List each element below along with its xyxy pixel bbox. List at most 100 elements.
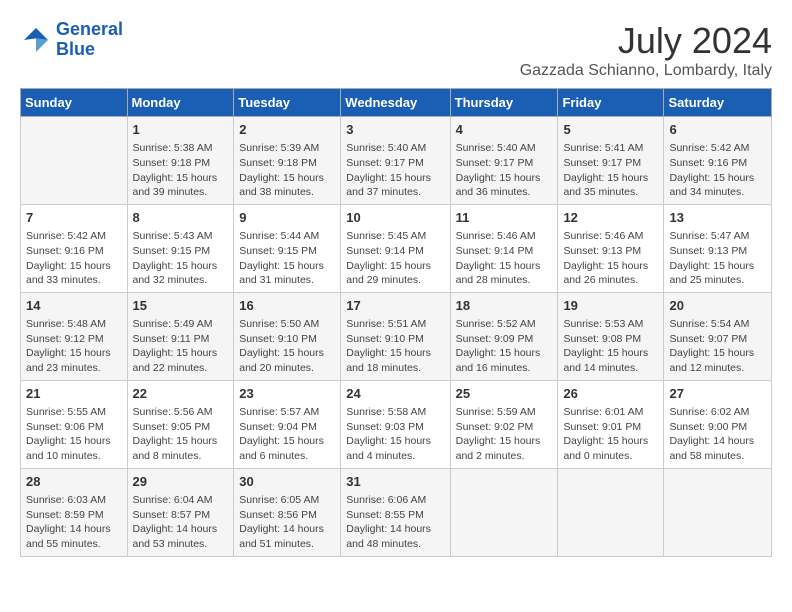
day-number: 22 — [133, 385, 229, 403]
day-info: Sunrise: 5:40 AM Sunset: 9:17 PM Dayligh… — [456, 141, 553, 200]
day-number: 1 — [133, 121, 229, 139]
day-number: 2 — [239, 121, 335, 139]
day-info: Sunrise: 5:46 AM Sunset: 9:14 PM Dayligh… — [456, 229, 553, 288]
day-number: 6 — [669, 121, 766, 139]
day-info: Sunrise: 5:48 AM Sunset: 9:12 PM Dayligh… — [26, 317, 122, 376]
calendar-cell: 8Sunrise: 5:43 AM Sunset: 9:15 PM Daylig… — [127, 204, 234, 292]
calendar-cell: 7 Sunrise: 5:42 AM Sunset: 9:16 PM Daylig… — [21, 204, 128, 292]
day-info: Sunrise: 5:50 AM Sunset: 9:10 PM Dayligh… — [239, 317, 335, 376]
calendar-cell: 17 Sunrise: 5:51 AM Sunset: 9:10 PM Dayli… — [341, 292, 450, 380]
calendar-cell: 3 Sunrise: 5:40 AM Sunset: 9:17 PM Daylig… — [341, 117, 450, 205]
day-number: 28 — [26, 473, 122, 491]
day-info: Sunrise: 5:52 AM Sunset: 9:09 PM Dayligh… — [456, 317, 553, 376]
calendar-cell: 12 Sunrise: 5:46 AM Sunset: 9:13 PM Dayli… — [558, 204, 664, 292]
calendar-cell — [664, 468, 772, 556]
day-info: Sunrise: 5:56 AM Sunset: 9:05 PM Dayligh… — [133, 405, 229, 464]
calendar-cell: 1 Sunrise: 5:38 AM Sunset: 9:18 PM Daylig… — [127, 117, 234, 205]
calendar-cell: 13 Sunrise: 5:47 AM Sunset: 9:13 PM Dayli… — [664, 204, 772, 292]
day-info: Sunrise: 5:46 AM Sunset: 9:13 PM Dayligh… — [563, 229, 658, 288]
calendar-cell: 2Sunrise: 5:39 AM Sunset: 9:18 PM Daylig… — [234, 117, 341, 205]
calendar-week-row: 28 Sunrise: 6:03 AM Sunset: 8:59 PM Dayli… — [21, 468, 772, 556]
calendar-table: SundayMondayTuesdayWednesdayThursdayFrid… — [20, 88, 772, 557]
day-info: Sunrise: 5:59 AM Sunset: 9:02 PM Dayligh… — [456, 405, 553, 464]
calendar-week-row: 14 Sunrise: 5:48 AM Sunset: 9:12 PM Dayli… — [21, 292, 772, 380]
calendar-cell: 14 Sunrise: 5:48 AM Sunset: 9:12 PM Dayli… — [21, 292, 128, 380]
day-number: 29 — [133, 473, 229, 491]
calendar-cell: 27 Sunrise: 6:02 AM Sunset: 9:00 PM Dayli… — [664, 380, 772, 468]
day-info: Sunrise: 5:42 AM Sunset: 9:16 PM Dayligh… — [669, 141, 766, 200]
day-number: 14 — [26, 297, 122, 315]
calendar-cell: 25 Sunrise: 5:59 AM Sunset: 9:02 PM Dayli… — [450, 380, 558, 468]
calendar-cell: 31 Sunrise: 6:06 AM Sunset: 8:55 PM Dayli… — [341, 468, 450, 556]
column-header-monday: Monday — [127, 89, 234, 117]
day-number: 30 — [239, 473, 335, 491]
calendar-cell: 28 Sunrise: 6:03 AM Sunset: 8:59 PM Dayli… — [21, 468, 128, 556]
day-info: Sunrise: 5:49 AM Sunset: 9:11 PM Dayligh… — [133, 317, 229, 376]
calendar-week-row: 1 Sunrise: 5:38 AM Sunset: 9:18 PM Daylig… — [21, 117, 772, 205]
logo: General Blue — [20, 20, 123, 60]
day-number: 3 — [346, 121, 444, 139]
calendar-cell: 4Sunrise: 5:40 AM Sunset: 9:17 PM Daylig… — [450, 117, 558, 205]
day-number: 13 — [669, 209, 766, 227]
day-number: 10 — [346, 209, 444, 227]
day-number: 25 — [456, 385, 553, 403]
calendar-cell: 18 Sunrise: 5:52 AM Sunset: 9:09 PM Dayli… — [450, 292, 558, 380]
calendar-cell: 24Sunrise: 5:58 AM Sunset: 9:03 PM Dayli… — [341, 380, 450, 468]
day-number: 17 — [346, 297, 444, 315]
day-info: Sunrise: 6:04 AM Sunset: 8:57 PM Dayligh… — [133, 493, 229, 552]
title-block: July 2024 Gazzada Schianno, Lombardy, It… — [520, 20, 772, 80]
day-number: 21 — [26, 385, 122, 403]
day-info: Sunrise: 5:55 AM Sunset: 9:06 PM Dayligh… — [26, 405, 122, 464]
logo-general: General — [56, 19, 123, 39]
calendar-cell: 5 Sunrise: 5:41 AM Sunset: 9:17 PM Daylig… — [558, 117, 664, 205]
calendar-cell: 30 Sunrise: 6:05 AM Sunset: 8:56 PM Dayli… — [234, 468, 341, 556]
day-number: 7 — [26, 209, 122, 227]
calendar-header-row: SundayMondayTuesdayWednesdayThursdayFrid… — [21, 89, 772, 117]
day-number: 16 — [239, 297, 335, 315]
calendar-cell: 9Sunrise: 5:44 AM Sunset: 9:15 PM Daylig… — [234, 204, 341, 292]
calendar-cell: 6 Sunrise: 5:42 AM Sunset: 9:16 PM Daylig… — [664, 117, 772, 205]
column-header-saturday: Saturday — [664, 89, 772, 117]
calendar-cell: 29 Sunrise: 6:04 AM Sunset: 8:57 PM Dayli… — [127, 468, 234, 556]
day-info: Sunrise: 5:41 AM Sunset: 9:17 PM Dayligh… — [563, 141, 658, 200]
day-info: Sunrise: 5:47 AM Sunset: 9:13 PM Dayligh… — [669, 229, 766, 288]
day-number: 12 — [563, 209, 658, 227]
day-info: Sunrise: 5:51 AM Sunset: 9:10 PM Dayligh… — [346, 317, 444, 376]
day-info: Sunrise: 6:06 AM Sunset: 8:55 PM Dayligh… — [346, 493, 444, 552]
location: Gazzada Schianno, Lombardy, Italy — [520, 62, 772, 80]
day-number: 31 — [346, 473, 444, 491]
day-info: Sunrise: 5:57 AM Sunset: 9:04 PM Dayligh… — [239, 405, 335, 464]
day-info: Sunrise: 5:44 AM Sunset: 9:15 PM Dayligh… — [239, 229, 335, 288]
day-number: 27 — [669, 385, 766, 403]
day-info: Sunrise: 5:42 AM Sunset: 9:16 PM Dayligh… — [26, 229, 122, 288]
column-header-wednesday: Wednesday — [341, 89, 450, 117]
day-number: 5 — [563, 121, 658, 139]
calendar-cell: 20Sunrise: 5:54 AM Sunset: 9:07 PM Dayli… — [664, 292, 772, 380]
logo-text: General Blue — [56, 20, 123, 60]
calendar-cell: 23Sunrise: 5:57 AM Sunset: 9:04 PM Dayli… — [234, 380, 341, 468]
calendar-cell: 15Sunrise: 5:49 AM Sunset: 9:11 PM Dayli… — [127, 292, 234, 380]
calendar-cell: 10Sunrise: 5:45 AM Sunset: 9:14 PM Dayli… — [341, 204, 450, 292]
calendar-cell: 11Sunrise: 5:46 AM Sunset: 9:14 PM Dayli… — [450, 204, 558, 292]
day-number: 20 — [669, 297, 766, 315]
day-info: Sunrise: 6:03 AM Sunset: 8:59 PM Dayligh… — [26, 493, 122, 552]
calendar-cell — [21, 117, 128, 205]
logo-icon — [20, 24, 52, 56]
calendar-cell: 16 Sunrise: 5:50 AM Sunset: 9:10 PM Dayli… — [234, 292, 341, 380]
calendar-week-row: 21 Sunrise: 5:55 AM Sunset: 9:06 PM Dayli… — [21, 380, 772, 468]
page-header: General Blue July 2024 Gazzada Schianno,… — [20, 20, 772, 80]
column-header-sunday: Sunday — [21, 89, 128, 117]
day-info: Sunrise: 5:40 AM Sunset: 9:17 PM Dayligh… — [346, 141, 444, 200]
day-info: Sunrise: 6:01 AM Sunset: 9:01 PM Dayligh… — [563, 405, 658, 464]
calendar-week-row: 7 Sunrise: 5:42 AM Sunset: 9:16 PM Daylig… — [21, 204, 772, 292]
day-number: 18 — [456, 297, 553, 315]
day-info: Sunrise: 5:38 AM Sunset: 9:18 PM Dayligh… — [133, 141, 229, 200]
day-info: Sunrise: 5:58 AM Sunset: 9:03 PM Dayligh… — [346, 405, 444, 464]
day-info: Sunrise: 6:02 AM Sunset: 9:00 PM Dayligh… — [669, 405, 766, 464]
day-number: 26 — [563, 385, 658, 403]
day-info: Sunrise: 5:43 AM Sunset: 9:15 PM Dayligh… — [133, 229, 229, 288]
calendar-cell: 21 Sunrise: 5:55 AM Sunset: 9:06 PM Dayli… — [21, 380, 128, 468]
calendar-cell — [558, 468, 664, 556]
logo-blue: Blue — [56, 39, 95, 59]
day-info: Sunrise: 6:05 AM Sunset: 8:56 PM Dayligh… — [239, 493, 335, 552]
